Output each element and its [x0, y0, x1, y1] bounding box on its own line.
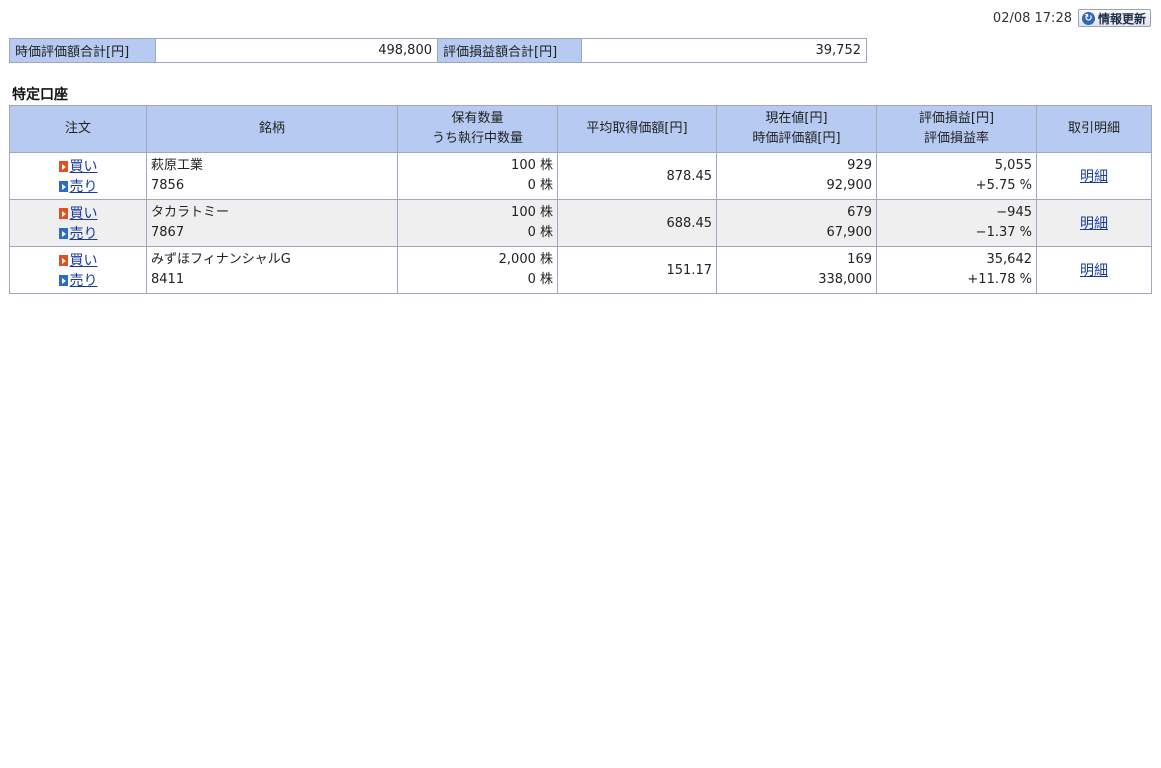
market-value-total: 498,800	[155, 38, 438, 63]
sell-link[interactable]: 売り	[70, 270, 98, 290]
sell-link[interactable]: 売り	[70, 176, 98, 196]
header-detail: 取引明細	[1036, 105, 1152, 153]
arrow-right-icon	[58, 207, 68, 219]
pending-quantity: 0 株	[527, 225, 553, 240]
unrealized-pl: −945	[996, 205, 1032, 220]
quantity-cell: 100 株 0 株	[397, 199, 558, 247]
header-price-line1: 現在値[円]	[765, 111, 828, 126]
quantity-cell: 2,000 株 0 株	[397, 246, 558, 294]
header-avg-price: 平均取得価額[円]	[557, 105, 717, 153]
header-quantity-line2: うち執行中数量	[431, 131, 523, 146]
summary-row: 時価評価額合計[円] 498,800 評価損益額合計[円] 39,752	[9, 38, 867, 63]
detail-link[interactable]: 明細	[1080, 216, 1108, 232]
price-cell: 679 67,900	[716, 199, 877, 247]
stock-name: みずほフィナンシャルG	[151, 252, 291, 267]
market-value: 67,900	[826, 225, 873, 240]
buy-link-group[interactable]: 買い	[14, 156, 142, 176]
pl-total: 39,752	[581, 38, 867, 63]
pending-quantity: 0 株	[527, 178, 553, 193]
avg-price: 878.45	[557, 152, 717, 200]
table-row: 買い 売り みずほフィナンシャルG 8411 2,000 株 0 株 151.1…	[9, 246, 1152, 294]
pending-quantity: 0 株	[527, 272, 553, 287]
holdings-table: 注文 銘柄 保有数量 うち執行中数量 平均取得価額[円] 現在値[円] 時価評価…	[9, 105, 1152, 294]
header-pl-line2: 評価損益率	[923, 131, 989, 146]
header-name: 銘柄	[146, 105, 398, 153]
sell-link-group[interactable]: 売り	[14, 176, 142, 196]
current-price: 679	[847, 205, 872, 220]
detail-cell: 明細	[1036, 199, 1152, 247]
arrow-right-icon	[58, 227, 68, 239]
quantity-cell: 100 株 0 株	[397, 152, 558, 200]
buy-link-group[interactable]: 買い	[14, 203, 142, 223]
holding-quantity: 2,000 株	[498, 252, 553, 267]
table-header-row: 注文 銘柄 保有数量 うち執行中数量 平均取得価額[円] 現在値[円] 時価評価…	[9, 105, 1152, 153]
unrealized-pl: 5,055	[994, 158, 1032, 173]
update-timestamp: 02/08 17:28	[992, 10, 1072, 26]
stock-code: 7856	[151, 178, 185, 193]
buy-link[interactable]: 買い	[70, 250, 98, 270]
order-cell: 買い 売り	[9, 152, 147, 200]
section-title: 特定口座	[12, 87, 68, 103]
arrow-right-icon	[58, 254, 68, 266]
refresh-button[interactable]: ↻ 情報更新	[1077, 9, 1151, 27]
unrealized-pl-rate: −1.37 %	[975, 225, 1032, 240]
refresh-button-label: 情報更新	[1097, 11, 1146, 26]
unrealized-pl: 35,642	[986, 252, 1033, 267]
unrealized-pl-rate: +11.78 %	[967, 272, 1032, 287]
detail-cell: 明細	[1036, 246, 1152, 294]
buy-link[interactable]: 買い	[70, 203, 98, 223]
sell-link-group[interactable]: 売り	[14, 270, 142, 290]
stock-cell: みずほフィナンシャルG 8411	[146, 246, 398, 294]
header-quantity-line1: 保有数量	[451, 111, 504, 126]
table-row: 買い 売り タカラトミー 7867 100 株 0 株 688.45 679 6…	[9, 199, 1152, 247]
sell-link[interactable]: 売り	[70, 223, 98, 243]
market-value: 92,900	[826, 178, 873, 193]
avg-price: 688.45	[557, 199, 717, 247]
refresh-icon: ↻	[1081, 11, 1095, 25]
header-pl: 評価損益[円] 評価損益率	[876, 105, 1037, 153]
arrow-right-icon	[58, 274, 68, 286]
order-cell: 買い 売り	[9, 199, 147, 247]
arrow-right-icon	[58, 160, 68, 172]
buy-link-group[interactable]: 買い	[14, 250, 142, 270]
market-value-total-label: 時価評価額合計[円]	[9, 38, 156, 63]
holding-quantity: 100 株	[511, 158, 553, 173]
stock-cell: 萩原工業 7856	[146, 152, 398, 200]
stock-code: 8411	[151, 272, 185, 287]
unrealized-pl-rate: +5.75 %	[975, 178, 1032, 193]
avg-price: 151.17	[557, 246, 717, 294]
stock-name: 萩原工業	[151, 158, 204, 173]
arrow-right-icon	[58, 180, 68, 192]
header-order: 注文	[9, 105, 147, 153]
detail-cell: 明細	[1036, 152, 1152, 200]
stock-code: 7867	[151, 225, 185, 240]
header-price: 現在値[円] 時価評価額[円]	[716, 105, 877, 153]
top-bar: 02/08 17:28 ↻ 情報更新	[0, 8, 1151, 28]
buy-link[interactable]: 買い	[70, 156, 98, 176]
detail-link[interactable]: 明細	[1080, 263, 1108, 279]
pl-total-label: 評価損益額合計[円]	[437, 38, 582, 63]
current-price: 929	[847, 158, 872, 173]
header-price-line2: 時価評価額[円]	[752, 131, 841, 146]
pl-cell: 35,642 +11.78 %	[876, 246, 1037, 294]
detail-link[interactable]: 明細	[1080, 169, 1108, 185]
header-pl-line1: 評価損益[円]	[918, 111, 995, 126]
pl-cell: −945 −1.37 %	[876, 199, 1037, 247]
price-cell: 929 92,900	[716, 152, 877, 200]
pl-cell: 5,055 +5.75 %	[876, 152, 1037, 200]
stock-name: タカラトミー	[151, 205, 230, 220]
current-price: 169	[847, 252, 872, 267]
table-row: 買い 売り 萩原工業 7856 100 株 0 株 878.45 929 92,…	[9, 152, 1152, 200]
stock-cell: タカラトミー 7867	[146, 199, 398, 247]
holding-quantity: 100 株	[511, 205, 553, 220]
header-quantity: 保有数量 うち執行中数量	[397, 105, 558, 153]
sell-link-group[interactable]: 売り	[14, 223, 142, 243]
price-cell: 169 338,000	[716, 246, 877, 294]
order-cell: 買い 売り	[9, 246, 147, 294]
summary-table: 時価評価額合計[円] 498,800 評価損益額合計[円] 39,752	[9, 38, 867, 63]
market-value: 338,000	[818, 272, 872, 287]
